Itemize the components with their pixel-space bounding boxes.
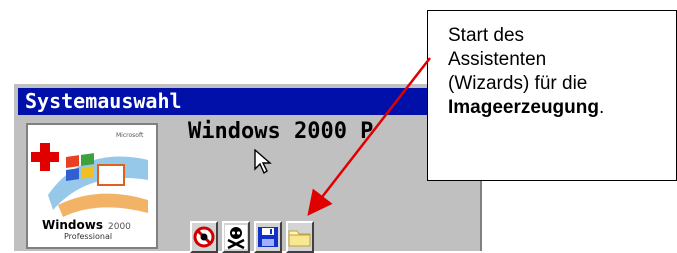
- callout-arrow: [307, 57, 431, 216]
